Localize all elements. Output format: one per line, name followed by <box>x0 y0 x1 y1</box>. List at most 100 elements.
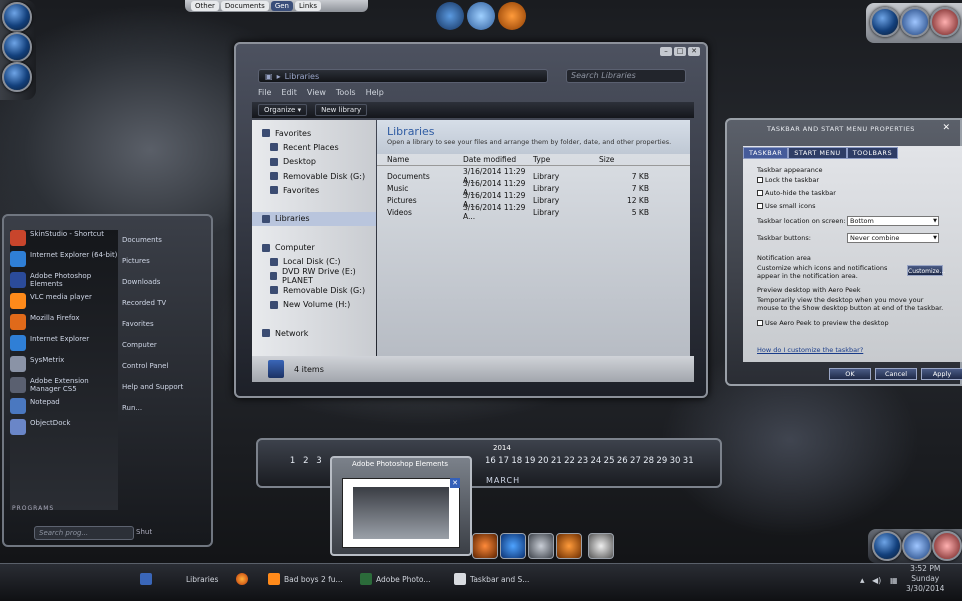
start-menu-program[interactable]: Mozilla Firefox <box>10 314 118 335</box>
start-menu-program[interactable]: SysMetrix <box>10 356 118 377</box>
tab-links[interactable]: Links <box>294 1 321 11</box>
calendar-day[interactable]: 3 <box>312 456 325 466</box>
taskbar-item-photoshop[interactable]: Adobe Photo... <box>360 568 431 590</box>
help-link[interactable]: How do I customize the taskbar? <box>757 346 863 354</box>
start-menu-place[interactable]: Documents <box>122 230 210 251</box>
calendar-day[interactable]: 17 <box>497 456 510 466</box>
volume-icon[interactable]: ◀) <box>872 576 881 585</box>
tab-taskbar[interactable]: TASKBAR <box>743 147 789 159</box>
settings-orb-icon[interactable] <box>2 32 32 62</box>
table-row[interactable]: Pictures 3/16/2014 11:29 A... Library 12 KB <box>377 191 690 209</box>
col-name[interactable]: Name <box>377 155 463 164</box>
minimize-button[interactable]: – <box>660 47 672 56</box>
taskbar-item-firefox[interactable] <box>236 568 248 590</box>
windows-orb-icon[interactable] <box>436 2 464 30</box>
nav-item[interactable]: Favorites <box>252 183 376 197</box>
start-menu-place[interactable]: Downloads <box>122 272 210 293</box>
small-icons-checkbox[interactable]: Use small icons <box>757 202 815 210</box>
lock-taskbar-checkbox[interactable]: Lock the taskbar <box>757 176 819 184</box>
ok-button[interactable]: OK <box>829 368 871 380</box>
nav-item[interactable]: Desktop <box>252 155 376 169</box>
calendar-day[interactable]: 2 <box>299 456 312 466</box>
windows-orb-icon[interactable] <box>2 2 32 32</box>
tab-start-menu[interactable]: START MENU <box>788 147 847 159</box>
taskbar-item-vlc[interactable]: Bad boys 2 fu... <box>268 568 343 590</box>
gears-icon[interactable] <box>902 531 932 561</box>
location-select[interactable]: Bottom <box>847 216 939 226</box>
start-search-input[interactable]: Search prog... <box>34 526 134 540</box>
table-row[interactable]: Videos 3/16/2014 11:29 A... Library 5 KB <box>377 203 690 221</box>
col-type[interactable]: Type <box>533 155 599 164</box>
calendar-day[interactable]: 22 <box>563 456 576 466</box>
start-menu-place[interactable]: Favorites <box>122 314 210 335</box>
start-menu-place[interactable]: Computer <box>122 335 210 356</box>
organize-button[interactable]: Organize ▾ <box>258 104 308 116</box>
start-menu-place[interactable]: Pictures <box>122 251 210 272</box>
shutdown-button[interactable]: Shut <box>136 528 152 536</box>
calendar-day[interactable]: 28 <box>642 456 655 466</box>
calendar-day[interactable]: 27 <box>629 456 642 466</box>
table-row[interactable]: Documents 3/16/2014 11:29 A... Library 7 KB <box>377 167 690 185</box>
start-menu-program[interactable]: ObjectDock <box>10 419 118 440</box>
start-menu-program[interactable]: Adobe Extension Manager CS5 <box>10 377 118 398</box>
close-button[interactable]: ✕ <box>688 47 700 56</box>
vlc-cone-icon[interactable] <box>556 533 582 559</box>
calendar-day[interactable]: 18 <box>510 456 523 466</box>
calendar-day[interactable]: 21 <box>550 456 563 466</box>
menu-tools[interactable]: Tools <box>336 88 356 97</box>
autohide-checkbox[interactable]: Auto-hide the taskbar <box>757 189 836 197</box>
nav-item[interactable]: Favorites <box>252 126 376 140</box>
calendar-day[interactable]: 19 <box>523 456 536 466</box>
windows-orb-icon[interactable] <box>870 7 900 37</box>
start-menu-place[interactable]: Help and Support <box>122 377 210 398</box>
ie-icon[interactable] <box>500 533 526 559</box>
photoshop-icon[interactable] <box>472 533 498 559</box>
address-bar[interactable]: ▣ ▸ Libraries <box>258 69 548 83</box>
menu-file[interactable]: File <box>258 88 271 97</box>
table-row[interactable]: Music 3/16/2014 11:29 A... Library 7 KB <box>377 179 690 197</box>
calendar-day[interactable]: 31 <box>682 456 695 466</box>
nav-item[interactable]: Computer <box>252 240 376 254</box>
apply-button[interactable]: Apply <box>921 368 962 380</box>
cancel-button[interactable]: Cancel <box>875 368 917 380</box>
search-input[interactable]: Search Libraries <box>566 69 686 83</box>
network-globe-icon[interactable] <box>467 2 495 30</box>
col-size[interactable]: Size <box>599 155 649 164</box>
buttons-select[interactable]: Never combine <box>847 233 939 243</box>
new-library-button[interactable]: New library <box>315 104 368 116</box>
start-menu-program[interactable]: VLC media player <box>10 293 118 314</box>
tray-arrow-icon[interactable]: ▴ <box>860 576 865 586</box>
start-menu-program[interactable]: Internet Explorer <box>10 335 118 356</box>
maximize-button[interactable]: □ <box>674 47 686 56</box>
calendar-day[interactable]: 24 <box>589 456 602 466</box>
calendar-day[interactable]: 26 <box>616 456 629 466</box>
calendar-day[interactable]: 25 <box>603 456 616 466</box>
windows-orb-icon[interactable] <box>872 531 902 561</box>
nav-item[interactable]: New Volume (H:) <box>252 298 376 312</box>
gears-icon[interactable] <box>900 7 930 37</box>
aero-peek-checkbox[interactable]: Use Aero Peek to preview the desktop <box>757 319 889 327</box>
start-menu-program[interactable]: Internet Explorer (64-bit) <box>10 251 118 272</box>
tools-orb-icon[interactable] <box>2 62 32 92</box>
start-menu-place[interactable]: Run... <box>122 398 210 419</box>
menu-view[interactable]: View <box>307 88 326 97</box>
tools-icon[interactable] <box>932 531 962 561</box>
taskbar-item-taskbar-props[interactable]: Taskbar and S... <box>454 568 529 590</box>
network-icon[interactable]: ▦ <box>890 576 898 585</box>
calendar-day[interactable]: 1 <box>286 456 299 466</box>
tab-gen[interactable]: Gen <box>270 1 293 11</box>
start-menu-program[interactable]: SkinStudio - Shortcut <box>10 230 118 251</box>
calendar-day[interactable]: 29 <box>655 456 668 466</box>
calendar-day[interactable]: 30 <box>668 456 681 466</box>
nav-item[interactable]: Libraries <box>252 211 376 227</box>
taskbar-thumbnail[interactable]: Adobe Photoshop Elements ✕ <box>330 456 472 556</box>
tab-toolbars[interactable]: TOOLBARS <box>846 147 899 159</box>
nav-item[interactable]: Network <box>252 326 376 340</box>
start-menu-program[interactable]: Notepad <box>10 398 118 419</box>
close-icon[interactable]: ✕ <box>450 478 460 488</box>
nav-item[interactable]: Removable Disk (G:) <box>252 169 376 183</box>
tray-clock[interactable]: 3:52 PM Sunday 3/30/2014 <box>906 564 944 594</box>
customize-button[interactable]: Customize... <box>907 265 945 276</box>
tab-other[interactable]: Other <box>191 1 219 11</box>
start-menu-place[interactable]: Recorded TV <box>122 293 210 314</box>
